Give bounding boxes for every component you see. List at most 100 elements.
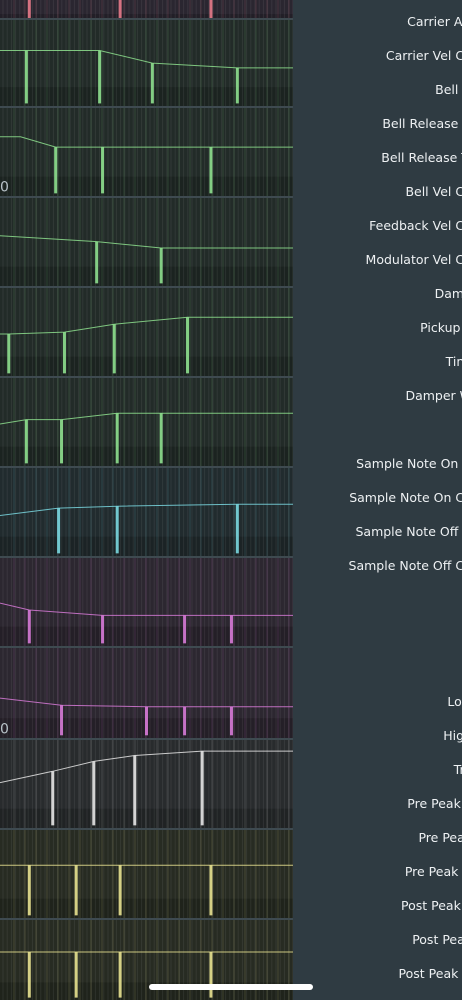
envelope-marker [27, 865, 31, 916]
envelope-marker [54, 147, 58, 194]
envelope-panel[interactable] [0, 740, 293, 828]
envelope-marker [115, 413, 119, 464]
parameter-label[interactable]: Bell Release Ti [293, 150, 462, 166]
parameter-label[interactable]: Sample Note On Cu [293, 490, 462, 506]
envelope-marker [118, 0, 122, 18]
envelope-marker [98, 50, 102, 104]
envelope-svg [0, 830, 293, 918]
parameter-label[interactable]: Modulator Vel Cu [293, 252, 462, 268]
envelope-marker [209, 952, 213, 998]
envelope-svg [0, 558, 293, 646]
parameter-label[interactable]: Damper W [293, 388, 462, 404]
envelope-panel[interactable]: 0 [0, 108, 293, 196]
parameter-label[interactable]: Bell Release G [293, 116, 462, 132]
parameter-label[interactable]: Post Peak G [293, 966, 462, 982]
envelope-panel[interactable] [0, 20, 293, 106]
envelope-marker [159, 247, 163, 284]
envelope-marker [209, 147, 213, 194]
envelope-marker [133, 755, 137, 826]
envelope-marker [60, 705, 64, 736]
panel-lower-strip [0, 446, 293, 466]
parameter-label[interactable]: Carrier Att [293, 14, 462, 30]
panel-lower-strip [0, 87, 293, 106]
envelope-marker [229, 615, 233, 644]
envelope-marker [74, 865, 78, 916]
parameter-label[interactable]: Sample Note On G [293, 456, 462, 472]
envelope-marker [150, 63, 154, 104]
parameter-label[interactable]: Bell Vel Cu [293, 184, 462, 200]
panel-lower-strip [0, 356, 293, 376]
envelope-marker [27, 609, 31, 644]
envelope-marker [159, 413, 163, 464]
envelope-marker [24, 50, 28, 104]
parameter-label[interactable]: Sample Note Off G [293, 524, 462, 540]
envelope-marker [74, 952, 78, 998]
parameter-label[interactable]: Feedback Vel Cu [293, 218, 462, 234]
envelope-panel[interactable] [0, 830, 293, 918]
home-indicator[interactable] [149, 984, 313, 990]
envelope-panel[interactable] [0, 468, 293, 556]
envelope-marker [27, 952, 31, 998]
parameter-label[interactable]: G [293, 626, 462, 642]
envelope-marker [112, 324, 116, 374]
panel-lower-strip [0, 176, 293, 196]
envelope-marker [7, 334, 11, 374]
parameter-label[interactable]: Post Peak [293, 932, 462, 948]
envelope-panel[interactable] [0, 198, 293, 286]
envelope-svg [0, 198, 293, 286]
envelope-marker [235, 504, 239, 554]
envelope-marker [95, 241, 99, 284]
envelope-graphs-column: 00 [0, 0, 293, 1000]
parameter-label[interactable]: Pre Peak [293, 830, 462, 846]
envelope-marker [145, 706, 148, 736]
envelope-svg [0, 0, 293, 18]
envelope-panel[interactable] [0, 288, 293, 376]
envelope-panel[interactable]: 0 [0, 648, 293, 738]
parameter-label[interactable]: Carrier Vel Cu [293, 48, 462, 64]
parameter-label[interactable]: Damp [293, 286, 462, 302]
envelope-svg [0, 20, 293, 106]
parameter-label[interactable]: Bell G [293, 82, 462, 98]
envelope-marker [235, 67, 239, 104]
envelope-marker [24, 419, 28, 464]
parameter-label[interactable]: Low [293, 694, 462, 710]
axis-value-label: 0 [0, 180, 9, 196]
envelope-marker [118, 865, 122, 916]
envelope-panel[interactable] [0, 558, 293, 646]
parameter-label[interactable]: Pickup P [293, 320, 462, 336]
envelope-svg [0, 378, 293, 466]
envelope-marker [27, 0, 31, 18]
envelope-marker [183, 706, 187, 736]
panel-lower-strip [0, 536, 293, 556]
parameter-label[interactable]: Tre [293, 762, 462, 778]
envelope-marker [118, 952, 122, 998]
parameter-label[interactable]: Post Peak F [293, 898, 462, 914]
envelope-panel[interactable] [0, 378, 293, 466]
parameter-label[interactable]: Tine [293, 354, 462, 370]
envelope-marker [62, 332, 66, 374]
envelope-marker [209, 0, 213, 18]
envelope-marker [229, 706, 233, 736]
envelope-svg: 0 [0, 108, 293, 196]
envelope-marker [186, 317, 190, 374]
parameter-label[interactable]: Sample Note Off Cu [293, 558, 462, 574]
panel-lower-strip [0, 266, 293, 286]
envelope-svg: 0 [0, 648, 293, 738]
envelope-marker [51, 771, 55, 826]
parameter-label[interactable]: High [293, 728, 462, 744]
envelope-svg [0, 740, 293, 828]
envelope-marker [101, 615, 105, 644]
parameter-label[interactable]: Pre Peak G [293, 864, 462, 880]
envelope-svg [0, 288, 293, 376]
envelope-marker [57, 508, 61, 554]
panel-lower-strip [0, 626, 293, 646]
axis-value-label: 0 [0, 722, 9, 738]
envelope-svg [0, 468, 293, 556]
envelope-panel[interactable] [0, 0, 293, 18]
envelope-marker [200, 751, 204, 826]
parameter-label-list: Carrier Att Carrier Vel Cu Bell G Bell Rele… [293, 0, 462, 1000]
parameter-label[interactable]: B [293, 660, 462, 676]
envelope-marker [183, 615, 187, 644]
envelope-marker [60, 419, 64, 464]
parameter-label[interactable]: Pre Peak F [293, 796, 462, 812]
